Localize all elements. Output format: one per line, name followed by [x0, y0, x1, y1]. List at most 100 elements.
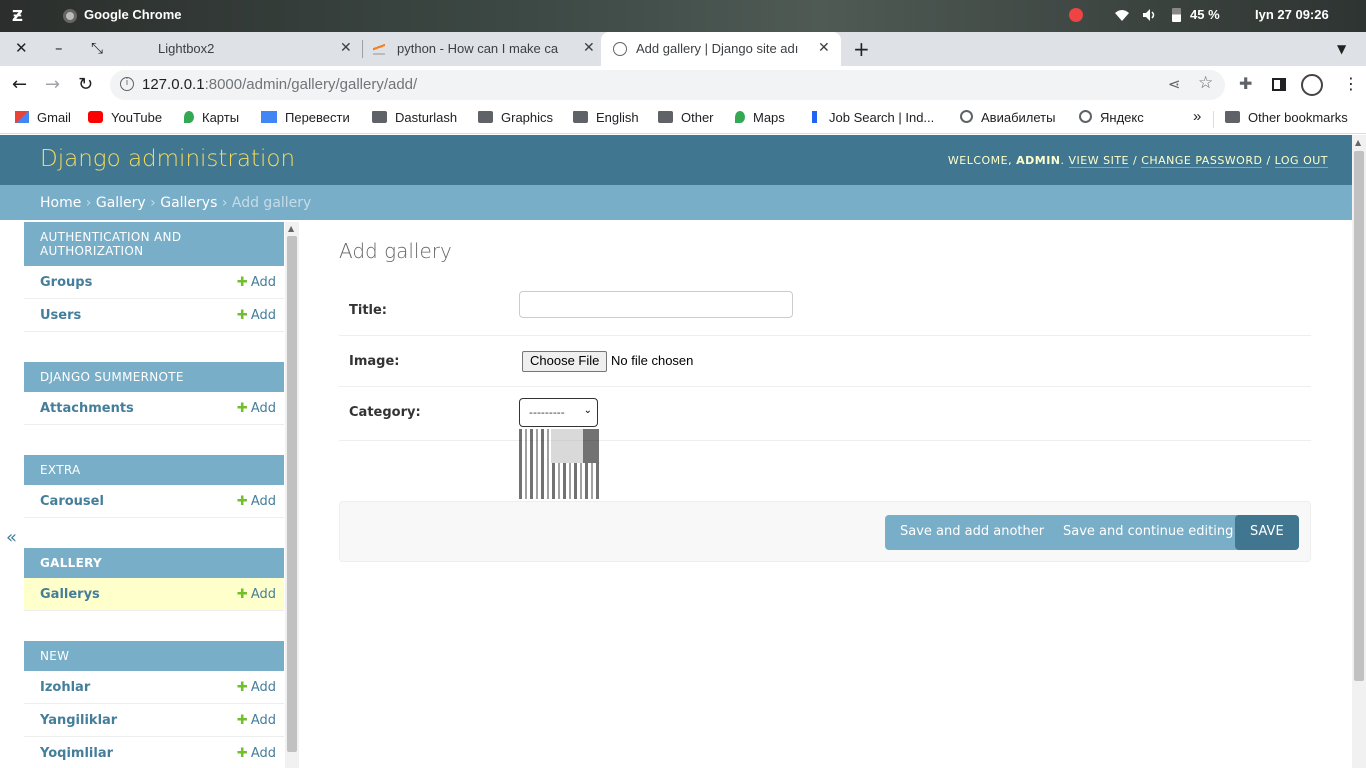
menu-icon[interactable]: ⋮	[1343, 74, 1359, 93]
tab-stackoverflow[interactable]: python - How can I make ca ✕	[363, 32, 600, 66]
site-info-icon[interactable]: i	[120, 77, 134, 91]
add-link[interactable]: ✚ Add	[237, 494, 276, 509]
module-extra: Extra Carousel ✚ Add	[24, 455, 284, 518]
maps-pin-icon	[184, 111, 194, 123]
model-link[interactable]: Yoqimlilar	[40, 746, 113, 761]
side-panel-icon[interactable]	[1272, 78, 1286, 91]
bookmark-karty[interactable]: Карты	[184, 110, 239, 125]
back-icon[interactable]: ←	[12, 74, 27, 95]
tab-search-icon[interactable]: ▼	[1337, 42, 1346, 56]
url-text[interactable]: 127.0.0.1:8000/admin/gallery/gallery/add…	[142, 76, 417, 93]
add-link[interactable]: ✚ Add	[237, 401, 276, 416]
site-branding[interactable]: Django administration	[40, 146, 295, 172]
module-caption[interactable]: Extra	[24, 455, 284, 485]
close-window-icon[interactable]: ✕	[15, 39, 28, 57]
save-button[interactable]: SAVE	[1235, 515, 1299, 550]
scrollbar-thumb[interactable]	[287, 236, 297, 752]
page-scrollbar[interactable]: ▲	[1352, 135, 1366, 768]
close-tab-icon[interactable]: ✕	[818, 39, 830, 56]
reload-icon[interactable]: ↻	[78, 74, 93, 95]
bookmark-aviabilety[interactable]: Авиабилеты	[960, 110, 1055, 125]
title-input[interactable]	[519, 291, 793, 318]
url-host: 127.0.0.1	[142, 76, 205, 93]
bookmark-gmail[interactable]: Gmail	[15, 110, 71, 125]
bookmark-label: Яндекс	[1100, 110, 1144, 125]
bookmark-other[interactable]: Other	[658, 110, 714, 125]
restore-window-icon[interactable]: ⤡	[91, 39, 103, 57]
volume-icon[interactable]	[1142, 8, 1158, 22]
bookmark-youtube[interactable]: YouTube	[88, 110, 162, 125]
scroll-up-icon[interactable]: ▲	[1355, 138, 1361, 147]
bookmark-graphics[interactable]: Graphics	[478, 110, 553, 125]
choose-file-button[interactable]: Choose File	[522, 351, 608, 372]
share-icon[interactable]: ⋖	[1168, 75, 1181, 93]
bookmark-label: Авиабилеты	[981, 110, 1056, 125]
battery-icon[interactable]	[1172, 8, 1181, 22]
youtube-icon	[88, 111, 103, 123]
profile-avatar[interactable]	[1301, 74, 1323, 96]
add-link[interactable]: ✚ Add	[237, 275, 276, 290]
activities-button[interactable]: Ƶ	[12, 7, 23, 25]
extensions-icon[interactable]: ✚	[1239, 74, 1252, 93]
category-select[interactable]: --------- ⌄	[519, 398, 598, 427]
save-and-add-another-button[interactable]: Save and add another	[885, 515, 1060, 550]
module-caption[interactable]: Gallery	[24, 548, 284, 578]
address-bar[interactable]: i 127.0.0.1:8000/admin/gallery/gallery/a…	[110, 70, 1225, 100]
add-link[interactable]: ✚ Add	[237, 746, 276, 761]
other-bookmarks-folder[interactable]: Other bookmarks	[1225, 110, 1348, 125]
tab-lightbox2[interactable]: Lightbox2 ✕	[120, 32, 360, 66]
bookmark-label: Dasturlash	[395, 110, 458, 125]
log-out-link[interactable]: Log out	[1274, 154, 1328, 168]
add-link[interactable]: ✚ Add	[237, 680, 276, 695]
add-link[interactable]: ✚ Add	[237, 308, 276, 323]
add-label: Add	[250, 275, 276, 290]
bookmark-job-search[interactable]: Job Search | Ind...	[812, 110, 934, 125]
module-caption[interactable]: New	[24, 641, 284, 671]
add-link[interactable]: ✚ Add	[237, 713, 276, 728]
bookmark-label: Graphics	[501, 110, 554, 125]
folder-icon	[658, 111, 673, 123]
breadcrumb-gallery[interactable]: Gallery	[96, 195, 146, 211]
notification-icon[interactable]	[1069, 8, 1083, 22]
app-name[interactable]: Google Chrome	[84, 7, 182, 22]
model-link[interactable]: Izohlar	[40, 680, 90, 695]
model-link[interactable]: Yangiliklar	[40, 713, 117, 728]
change-password-link[interactable]: Change password	[1141, 154, 1263, 168]
tab-title: python - How can I make ca	[397, 41, 559, 56]
breadcrumb-gallerys[interactable]: Gallerys	[160, 195, 217, 211]
close-tab-icon[interactable]: ✕	[583, 39, 595, 56]
scrollbar-thumb[interactable]	[1354, 151, 1364, 681]
forward-icon[interactable]: →	[45, 74, 60, 95]
minimize-window-icon[interactable]: –	[55, 39, 63, 57]
clock[interactable]: Iyn 27 09:26	[1255, 7, 1329, 22]
bookmark-english[interactable]: English	[573, 110, 639, 125]
bookmark-yandex[interactable]: Яндекс	[1079, 110, 1144, 125]
breadcrumb-home[interactable]: Home	[40, 195, 81, 211]
toggle-nav-sidebar-button[interactable]: «	[6, 527, 17, 548]
maps-pin-icon	[735, 111, 745, 123]
model-link[interactable]: Attachments	[40, 401, 134, 416]
navigation-bar: ← → ↻ i 127.0.0.1:8000/admin/gallery/gal…	[0, 66, 1366, 104]
bookmark-label: English	[596, 110, 639, 125]
close-tab-icon[interactable]: ✕	[340, 39, 352, 56]
model-link[interactable]: Gallerys	[40, 587, 100, 602]
scroll-up-icon[interactable]: ▲	[288, 224, 294, 233]
tab-bar: ✕ – ⤡ Lightbox2 ✕ python - How can I mak…	[0, 32, 1366, 66]
model-link[interactable]: Groups	[40, 275, 92, 290]
more-bookmarks-button[interactable]: »	[1193, 108, 1201, 125]
bookmark-perevesti[interactable]: Перевести	[261, 110, 350, 125]
module-caption[interactable]: Django Summernote	[24, 362, 284, 392]
save-and-continue-button[interactable]: Save and continue editing	[1048, 515, 1249, 550]
bookmark-dasturlash[interactable]: Dasturlash	[372, 110, 457, 125]
add-link[interactable]: ✚ Add	[237, 587, 276, 602]
view-site-link[interactable]: View site	[1068, 154, 1129, 168]
model-link[interactable]: Carousel	[40, 494, 104, 509]
sidebar-scrollbar[interactable]: ▲	[285, 222, 299, 768]
tab-add-gallery[interactable]: Add gallery | Django site adı ✕	[601, 32, 841, 66]
module-caption[interactable]: Authentication and Authorization	[24, 222, 284, 266]
model-link[interactable]: Users	[40, 308, 81, 323]
wifi-icon[interactable]	[1114, 8, 1130, 22]
bookmark-star-icon[interactable]: ☆	[1198, 73, 1213, 93]
new-tab-icon[interactable]: +	[853, 37, 870, 61]
bookmark-maps[interactable]: Maps	[735, 110, 785, 125]
